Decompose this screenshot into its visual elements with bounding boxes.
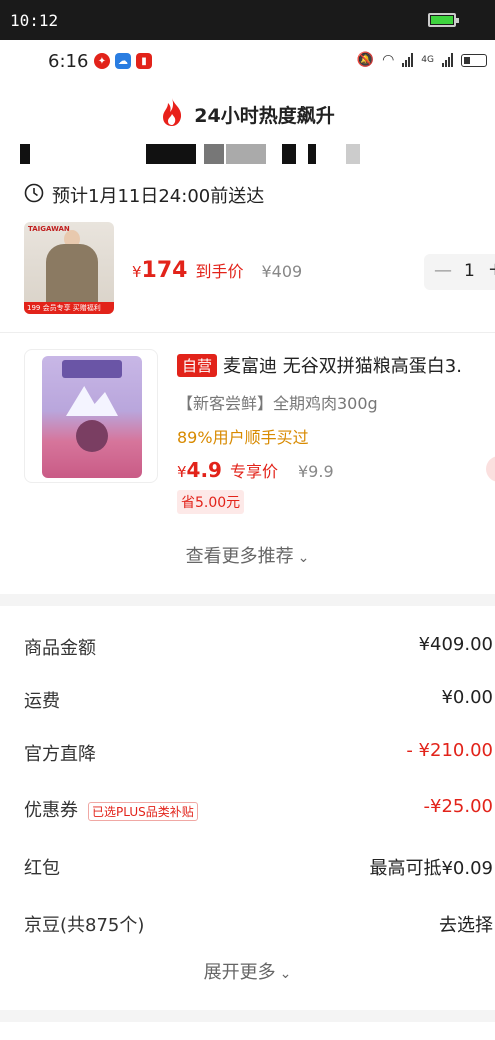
wifi-icon: ◠ <box>382 52 395 68</box>
price-label: 专享价 <box>229 462 278 481</box>
phone-clock: 6:16 <box>48 51 89 72</box>
coupon-label: 优惠券 <box>24 800 78 821</box>
self-operated-badge: 自营 <box>177 353 218 377</box>
section-gap <box>0 1010 495 1022</box>
decrease-button[interactable]: — <box>434 260 452 281</box>
jd-beans-row[interactable]: 京豆(共875个) 去选择 <box>0 901 495 941</box>
notification-icons: ✦ ☁ ▮ <box>94 53 152 69</box>
shipping-label: 运费 <box>24 691 60 712</box>
goods-amount-row: 商品金额 ¥409.00 <box>0 624 495 664</box>
jd-beans-value: 去选择 <box>439 915 493 936</box>
cart-item-image[interactable]: TAIGAWAN 199 会员专享 买赠福利 <box>24 222 114 314</box>
outer-clock: 10:12 <box>10 11 59 30</box>
red-packet-row[interactable]: 红包 最高可抵¥0.09 <box>0 844 495 884</box>
original-price: ¥9.9 <box>298 462 334 481</box>
official-discount-row: 官方直降 - ¥210.00 <box>0 730 495 770</box>
official-discount-label: 官方直降 <box>24 744 96 765</box>
more-recommendations-button[interactable]: 查看更多推荐 ⌄ <box>0 542 495 568</box>
signal-icon-2 <box>442 53 453 67</box>
delivery-estimate: 预计1月11日24:00前送达 <box>24 182 264 208</box>
redacted-address <box>20 140 380 166</box>
section-gap <box>0 594 495 606</box>
battery-icon <box>428 13 459 27</box>
recommendation-buyers: 89%用户顺手买过 <box>177 428 309 447</box>
phone-battery-icon <box>461 53 487 67</box>
shipping-row: 运费 ¥0.00 <box>0 677 495 717</box>
mute-icon: 🔕 <box>356 52 375 68</box>
clock-icon <box>24 183 44 207</box>
cart-item-price: ¥ 174 到手价 ¥409 <box>132 258 302 283</box>
signal-icon <box>402 53 414 67</box>
price-label: 到手价 <box>195 262 244 281</box>
savings-badge: 省5.00元 <box>177 490 245 514</box>
delivery-text: 预计1月11日24:00前送达 <box>52 186 265 207</box>
outer-status-bar: 10:12 <box>0 0 495 40</box>
final-price: 174 <box>141 258 188 283</box>
recommendation-price: ¥ 4.9 专享价 ¥9.9 <box>177 458 334 482</box>
book-app-icon: ▮ <box>136 53 152 69</box>
chevron-down-icon: ⌄ <box>279 966 292 982</box>
original-price: ¥409 <box>261 262 303 281</box>
official-discount-value: - ¥210.00 <box>406 740 493 761</box>
currency-symbol: ¥ <box>177 463 187 481</box>
recommendation-subtitle: 【新客尝鲜】全期鸡肉300g <box>177 394 378 413</box>
hot-trend-banner: 24小时热度飙升 <box>0 92 495 136</box>
add-to-cart-icon[interactable] <box>486 456 495 482</box>
coupon-value: -¥25.00 <box>423 796 493 817</box>
plus-subsidy-tag: 已选PLUS品类补贴 <box>88 801 198 821</box>
divider <box>0 332 495 333</box>
red-packet-label: 红包 <box>24 858 60 879</box>
more-recommendations-label: 查看更多推荐 <box>185 546 294 567</box>
chevron-down-icon: ⌄ <box>297 550 310 566</box>
jd-beans-label: 京豆(共875个) <box>24 915 145 936</box>
red-packet-value: 最高可抵¥0.09 <box>369 858 493 879</box>
goods-amount-label: 商品金额 <box>24 638 96 659</box>
expand-more-label: 展开更多 <box>203 962 276 983</box>
quantity-stepper: — 1 + <box>424 254 495 290</box>
app-notification-icon: ✦ <box>94 53 110 69</box>
recommendation-title-row[interactable]: 自营 麦富迪 无谷双拼猫粮高蛋白3. <box>177 352 462 378</box>
network-type-label: 4G <box>421 55 434 65</box>
goods-amount-value: ¥409.00 <box>418 634 493 655</box>
coupon-row[interactable]: 优惠券 已选PLUS品类补贴 -¥25.00 <box>0 786 495 826</box>
flame-icon <box>160 97 184 131</box>
exclusive-price: 4.9 <box>186 458 222 482</box>
hot-trend-text: 24小时热度飙升 <box>194 104 335 127</box>
increase-button[interactable]: + <box>488 259 495 280</box>
currency-symbol: ¥ <box>132 263 142 281</box>
recommendation-image[interactable] <box>24 349 158 483</box>
phone-status-bar: 6:16 ✦ ☁ ▮ 🔕 ◠ 4G <box>0 40 495 82</box>
image-promo-tag: 199 会员专享 买赠福利 <box>24 302 114 314</box>
system-icons: 🔕 ◠ 4G <box>357 52 487 68</box>
image-brand-text: TAIGAWAN <box>28 225 70 233</box>
cloud-app-icon: ☁ <box>115 53 131 69</box>
recommendation-title: 麦富迪 无谷双拼猫粮高蛋白3. <box>223 356 462 377</box>
expand-more-button[interactable]: 展开更多 ⌄ <box>0 958 495 984</box>
shipping-value: ¥0.00 <box>441 687 493 708</box>
quantity-value[interactable]: 1 <box>464 261 475 281</box>
